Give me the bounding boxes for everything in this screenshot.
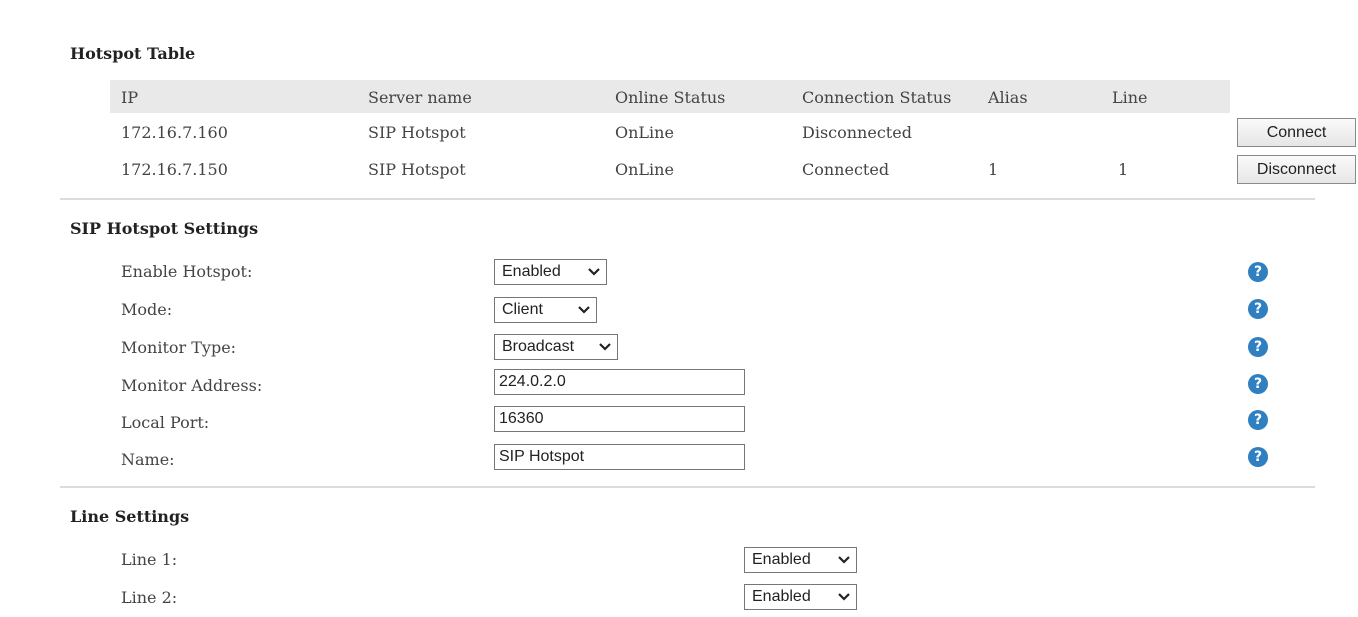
monitor-type-value: Broadcast <box>502 338 575 355</box>
help-icon[interactable]: ? <box>1248 374 1268 394</box>
divider <box>60 198 1315 200</box>
cell-online-status: OnLine <box>615 123 674 142</box>
column-header-server-name: Server name <box>368 88 472 107</box>
column-header-online-status: Online Status <box>615 88 726 107</box>
enable-hotspot-label: Enable Hotspot: <box>121 262 253 281</box>
disconnect-button[interactable]: Disconnect <box>1237 155 1356 184</box>
chevron-down-icon <box>578 298 590 330</box>
column-header-line: Line <box>1112 88 1148 107</box>
monitor-address-input[interactable]: 224.0.2.0 <box>494 369 745 395</box>
help-icon[interactable]: ? <box>1248 299 1268 319</box>
line-2-value: Enabled <box>752 588 811 605</box>
local-port-label: Local Port: <box>121 413 210 432</box>
line-1-select[interactable]: Enabled <box>744 547 857 573</box>
name-label: Name: <box>121 450 175 469</box>
divider <box>60 486 1315 488</box>
line-2-select[interactable]: Enabled <box>744 584 857 610</box>
cell-server-name: SIP Hotspot <box>368 123 466 142</box>
enable-hotspot-value: Enabled <box>502 263 561 280</box>
cell-alias: 1 <box>988 160 999 179</box>
cell-ip: 172.16.7.160 <box>121 123 228 142</box>
sip-hotspot-settings-title: SIP Hotspot Settings <box>70 219 259 238</box>
help-icon[interactable]: ? <box>1248 337 1268 357</box>
mode-select[interactable]: Client <box>494 297 597 323</box>
hotspot-table-title: Hotspot Table <box>70 44 196 63</box>
mode-label: Mode: <box>121 300 173 319</box>
enable-hotspot-select[interactable]: Enabled <box>494 259 607 285</box>
monitor-type-select[interactable]: Broadcast <box>494 334 618 360</box>
column-header-alias: Alias <box>988 88 1028 107</box>
column-header-connection-status: Connection Status <box>802 88 952 107</box>
connect-button[interactable]: Connect <box>1237 118 1356 147</box>
chevron-down-icon <box>838 548 850 580</box>
cell-online-status: OnLine <box>615 160 674 179</box>
line-1-label: Line 1: <box>121 550 178 569</box>
name-input[interactable]: SIP Hotspot <box>494 444 745 470</box>
mode-value: Client <box>502 301 543 318</box>
chevron-down-icon <box>599 335 611 367</box>
cell-line: 1 <box>1118 160 1129 179</box>
help-icon[interactable]: ? <box>1248 447 1268 467</box>
chevron-down-icon <box>838 585 850 617</box>
local-port-input[interactable]: 16360 <box>494 406 745 432</box>
cell-ip: 172.16.7.150 <box>121 160 228 179</box>
monitor-address-label: Monitor Address: <box>121 376 263 395</box>
column-header-ip: IP <box>121 88 139 107</box>
cell-connection-status: Connected <box>802 160 890 179</box>
chevron-down-icon <box>588 260 600 292</box>
cell-server-name: SIP Hotspot <box>368 160 466 179</box>
line-1-value: Enabled <box>752 551 811 568</box>
help-icon[interactable]: ? <box>1248 262 1268 282</box>
line-settings-title: Line Settings <box>70 507 190 526</box>
monitor-type-label: Monitor Type: <box>121 338 237 357</box>
cell-connection-status: Disconnected <box>802 123 912 142</box>
help-icon[interactable]: ? <box>1248 410 1268 430</box>
line-2-label: Line 2: <box>121 588 178 607</box>
